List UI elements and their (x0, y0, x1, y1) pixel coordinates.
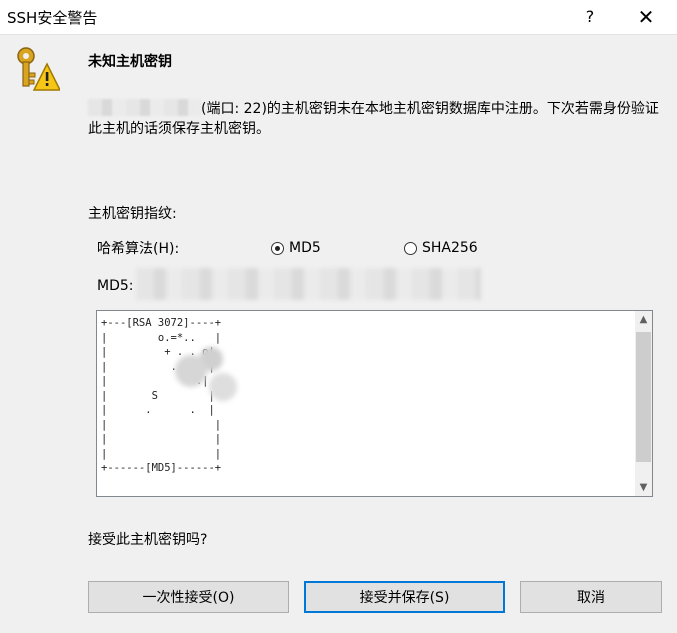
vertical-scrollbar[interactable]: ▲ ▼ (635, 311, 652, 496)
close-button[interactable]: ✕ (626, 0, 666, 34)
redacted-randomart (167, 339, 247, 419)
warning-message: (端口: 22)的主机密钥未在本地主机密钥数据库中注册。下次若需身份验证此主机的… (88, 99, 663, 139)
radio-sha256-indicator[interactable] (404, 241, 417, 255)
redacted-hostname (88, 99, 201, 116)
radio-md5[interactable]: MD5 (271, 238, 321, 258)
scroll-thumb[interactable] (636, 332, 651, 462)
accept-once-button[interactable]: 一次性接受(O) (88, 581, 289, 613)
radio-md5-indicator[interactable] (271, 241, 284, 255)
scroll-down-icon[interactable]: ▼ (635, 479, 652, 496)
randomart-textbox[interactable]: +---[RSA 3072]----+ | o.=*.. | | + . . o… (96, 310, 653, 497)
scroll-up-icon[interactable]: ▲ (635, 311, 652, 328)
window-title: SSH安全警告 (7, 9, 98, 27)
hash-algorithm-label: 哈希算法(H): (97, 241, 180, 257)
radio-sha256[interactable]: SHA256 (404, 238, 478, 258)
dialog-heading: 未知主机密钥 (88, 54, 172, 70)
md5-label: MD5: (97, 278, 134, 294)
radio-md5-label: MD5 (289, 240, 321, 256)
cancel-button[interactable]: 取消 (520, 581, 662, 613)
help-button[interactable]: ? (576, 0, 604, 34)
radio-sha256-label: SHA256 (422, 240, 478, 256)
redacted-md5-fingerprint (136, 268, 481, 300)
accept-question: 接受此主机密钥吗? (88, 532, 208, 548)
title-bar: SSH安全警告 ? ✕ (0, 0, 677, 35)
fingerprint-label: 主机密钥指纹: (88, 206, 177, 222)
key-warning-icon (17, 47, 60, 91)
accept-and-save-button[interactable]: 接受并保存(S) (304, 581, 505, 613)
